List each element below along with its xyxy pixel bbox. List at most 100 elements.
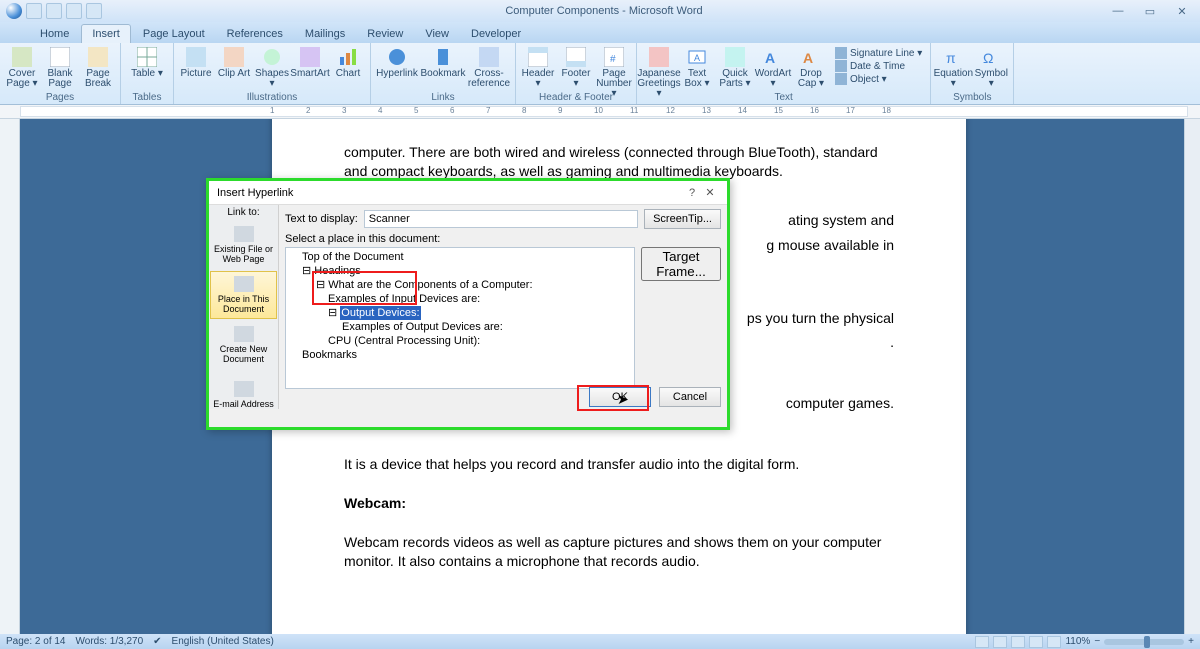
window-controls: — ▭ ✕ <box>1100 5 1200 18</box>
ok-button[interactable]: OK <box>589 387 651 407</box>
zoom-slider[interactable] <box>1104 639 1184 645</box>
email-icon <box>234 381 254 397</box>
status-language[interactable]: English (United States) <box>172 636 274 647</box>
dialog-close-button[interactable]: ✕ <box>701 186 719 199</box>
zoom-level[interactable]: 110% <box>1065 636 1090 647</box>
zoom-in-button[interactable]: + <box>1188 636 1194 647</box>
minimize-button[interactable]: — <box>1108 5 1128 18</box>
tree-heading-components[interactable]: ⊟ What are the Components of a Computer: <box>288 278 632 292</box>
tree-heading-output-examples[interactable]: Examples of Output Devices are: <box>288 320 632 334</box>
dialog-title-bar[interactable]: Insert Hyperlink ? ✕ <box>209 181 727 205</box>
header-button[interactable]: Header ▾ <box>520 45 556 91</box>
wordart-button[interactable]: AWordArt ▾ <box>755 45 791 91</box>
status-words[interactable]: Words: 1/3,270 <box>76 636 144 647</box>
signature-line-button[interactable]: Signature Line ▾ <box>835 47 922 59</box>
view-print-layout-icon[interactable] <box>975 636 989 648</box>
smartart-button[interactable]: SmartArt <box>292 45 328 91</box>
horizontal-ruler[interactable]: 123456789101112131415161718 <box>0 105 1200 119</box>
close-button[interactable]: ✕ <box>1172 5 1192 18</box>
signature-icon <box>835 47 847 59</box>
object-button[interactable]: Object ▾ <box>835 73 922 85</box>
tab-view[interactable]: View <box>415 25 459 43</box>
group-label-illustrations: Illustrations <box>178 91 366 104</box>
body-text[interactable]: It is a device that helps you record and… <box>344 455 894 474</box>
page-number-button[interactable]: #Page Number ▾ <box>596 45 632 91</box>
cover-page-button[interactable]: Cover Page ▾ <box>4 45 40 91</box>
group-label-symbols: Symbols <box>935 91 1009 104</box>
group-links: Hyperlink Bookmark Cross-reference Links <box>371 43 516 104</box>
select-place-label: Select a place in this document: <box>285 233 721 245</box>
maximize-button[interactable]: ▭ <box>1140 5 1160 18</box>
view-draft-icon[interactable] <box>1047 636 1061 648</box>
tab-review[interactable]: Review <box>357 25 413 43</box>
sidebar-create-new-document[interactable]: Create New Document <box>210 321 277 369</box>
text-to-display-input[interactable] <box>364 210 638 228</box>
existing-file-icon <box>234 226 254 242</box>
qat-redo-icon[interactable] <box>66 3 82 19</box>
sidebar-existing-file[interactable]: Existing File or Web Page <box>210 221 277 269</box>
vertical-ruler[interactable] <box>0 119 20 634</box>
view-outline-icon[interactable] <box>1029 636 1043 648</box>
dialog-help-button[interactable]: ? <box>683 187 701 199</box>
window-title: Computer Components - Microsoft Word <box>108 5 1100 17</box>
drop-cap-button[interactable]: ADrop Cap ▾ <box>793 45 829 91</box>
heading-webcam[interactable]: Webcam: <box>344 495 406 511</box>
quick-parts-button[interactable]: Quick Parts ▾ <box>717 45 753 91</box>
hyperlink-button[interactable]: Hyperlink <box>375 45 419 91</box>
tab-insert[interactable]: Insert <box>81 24 131 43</box>
bookmark-button[interactable]: Bookmark <box>421 45 465 91</box>
sidebar-email-address[interactable]: E-mail Address <box>210 371 277 419</box>
qat-save-icon[interactable] <box>26 3 42 19</box>
status-page[interactable]: Page: 2 of 14 <box>6 636 66 647</box>
group-pages: Cover Page ▾ Blank Page Page Break Pages <box>0 43 121 104</box>
body-text[interactable]: computer. There are both wired and wirel… <box>344 143 894 181</box>
group-symbols: πEquation ▾ ΩSymbol ▾ Symbols <box>931 43 1014 104</box>
date-time-icon <box>835 60 847 72</box>
table-button[interactable]: Table ▾ <box>125 45 169 91</box>
qat-customize-icon[interactable] <box>86 3 102 19</box>
equation-button[interactable]: πEquation ▾ <box>935 45 971 91</box>
picture-button[interactable]: Picture <box>178 45 214 91</box>
shapes-button[interactable]: Shapes ▾ <box>254 45 290 91</box>
symbol-button[interactable]: ΩSymbol ▾ <box>973 45 1009 91</box>
view-full-screen-icon[interactable] <box>993 636 1007 648</box>
tab-mailings[interactable]: Mailings <box>295 25 355 43</box>
tab-page-layout[interactable]: Page Layout <box>133 25 215 43</box>
title-bar: Computer Components - Microsoft Word — ▭… <box>0 0 1200 22</box>
qat-undo-icon[interactable] <box>46 3 62 19</box>
tree-heading-output-devices[interactable]: ⊟ Output Devices: <box>288 306 632 320</box>
tree-heading-cpu[interactable]: CPU (Central Processing Unit): <box>288 334 632 348</box>
sidebar-place-in-document[interactable]: Place in This Document <box>210 271 277 319</box>
tab-developer[interactable]: Developer <box>461 25 531 43</box>
tab-references[interactable]: References <box>217 25 293 43</box>
text-box-button[interactable]: AText Box ▾ <box>679 45 715 91</box>
office-button[interactable] <box>6 3 22 19</box>
japanese-greetings-button[interactable]: Japanese Greetings ▾ <box>641 45 677 91</box>
body-text[interactable]: Webcam records videos as well as capture… <box>344 533 894 571</box>
view-web-layout-icon[interactable] <box>1011 636 1025 648</box>
zoom-out-button[interactable]: − <box>1094 636 1100 647</box>
target-frame-button[interactable]: Target Frame... <box>641 247 721 281</box>
cross-reference-button[interactable]: Cross-reference <box>467 45 511 91</box>
vertical-scrollbar[interactable] <box>1184 119 1200 634</box>
tree-headings[interactable]: ⊟ Headings <box>288 264 632 278</box>
group-text: Japanese Greetings ▾ AText Box ▾ Quick P… <box>637 43 931 104</box>
svg-text:A: A <box>694 53 700 63</box>
clip-art-button[interactable]: Clip Art <box>216 45 252 91</box>
cancel-button[interactable]: Cancel <box>659 387 721 407</box>
group-label-links: Links <box>375 91 511 104</box>
tree-heading-input-devices[interactable]: Examples of Input Devices are: <box>288 292 632 306</box>
tree-bookmarks[interactable]: Bookmarks <box>288 348 632 362</box>
chart-button[interactable]: Chart <box>330 45 366 91</box>
tab-home[interactable]: Home <box>30 25 79 43</box>
screentip-button[interactable]: ScreenTip... <box>644 209 721 229</box>
date-time-button[interactable]: Date & Time <box>835 60 922 72</box>
blank-page-button[interactable]: Blank Page <box>42 45 78 91</box>
footer-button[interactable]: Footer ▾ <box>558 45 594 91</box>
group-illustrations: Picture Clip Art Shapes ▾ SmartArt Chart… <box>174 43 371 104</box>
page-break-button[interactable]: Page Break <box>80 45 116 91</box>
insert-hyperlink-dialog: Insert Hyperlink ? ✕ Link to: Existing F… <box>206 178 730 430</box>
tree-top-of-document[interactable]: Top of the Document <box>288 250 632 264</box>
document-places-tree[interactable]: Top of the Document ⊟ Headings ⊟ What ar… <box>285 247 635 389</box>
status-proofing-icon[interactable]: ✔ <box>153 636 161 647</box>
